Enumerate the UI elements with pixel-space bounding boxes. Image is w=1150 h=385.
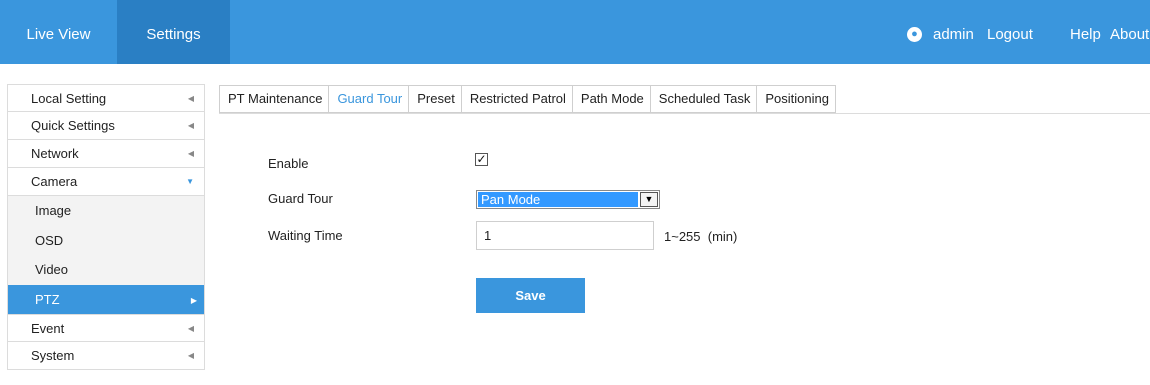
- guard-tour-label: Guard Tour: [268, 191, 333, 206]
- sidebar-item-label: System: [31, 348, 75, 363]
- tab-restricted-patrol[interactable]: Restricted Patrol: [461, 86, 573, 112]
- caret-left-icon: ◀: [187, 324, 194, 333]
- waiting-time-input[interactable]: 1: [476, 221, 654, 250]
- caret-left-icon: ◀: [187, 149, 194, 158]
- sidebar-item-label: Camera: [31, 174, 78, 189]
- sidebar-item-label: Event: [31, 321, 65, 336]
- nav-settings[interactable]: Settings: [117, 0, 230, 64]
- waiting-time-range-hint: 1~255 (min): [664, 229, 738, 244]
- sidebar-subitem-osd[interactable]: OSD: [7, 225, 205, 255]
- sidebar-subitem-video[interactable]: Video: [7, 255, 205, 285]
- waiting-time-label: Waiting Time: [268, 228, 343, 243]
- tab-divider: [219, 113, 1150, 114]
- tab-guard-tour[interactable]: Guard Tour: [329, 86, 410, 112]
- sidebar-subitem-label: PTZ: [35, 291, 60, 307]
- help-link[interactable]: Help: [1070, 0, 1101, 64]
- enable-checkbox[interactable]: ✓: [475, 153, 488, 166]
- sidebar-subitem-label: Image: [35, 203, 72, 218]
- tab-pt-maintenance[interactable]: PT Maintenance: [220, 86, 330, 112]
- sidebar-item-label: Quick Settings: [31, 118, 115, 133]
- sidebar-item-camera[interactable]: Camera ▼: [7, 168, 205, 196]
- sidebar-subitem-image[interactable]: Image: [7, 196, 205, 226]
- caret-down-icon: ▼: [186, 177, 194, 186]
- sidebar-item-label: Network: [31, 146, 79, 161]
- sidebar-subitem-label: OSD: [35, 232, 64, 248]
- checkmark-icon: ✓: [476, 152, 487, 166]
- chevron-down-icon[interactable]: ▼: [640, 192, 658, 207]
- user-icon: ●: [907, 27, 922, 42]
- sidebar-item-local-setting[interactable]: Local Setting ◀: [7, 84, 205, 112]
- sidebar: Local Setting ◀ Quick Settings ◀ Network…: [7, 84, 205, 370]
- tab-positioning[interactable]: Positioning: [757, 86, 836, 112]
- sidebar-item-system[interactable]: System ◀: [7, 342, 205, 370]
- tab-path-mode[interactable]: Path Mode: [572, 86, 651, 112]
- enable-label: Enable: [268, 156, 309, 171]
- sidebar-item-quick-settings[interactable]: Quick Settings ◀: [7, 112, 205, 140]
- ptz-tab-bar: PT Maintenance Guard Tour Preset Restric…: [219, 85, 836, 113]
- sidebar-item-event[interactable]: Event ◀: [7, 314, 205, 342]
- tab-preset[interactable]: Preset: [409, 86, 462, 112]
- sidebar-subitem-ptz[interactable]: PTZ ▶: [7, 284, 205, 314]
- sidebar-item-label: Local Setting: [31, 91, 107, 106]
- nav-live-view[interactable]: Live View: [0, 0, 117, 64]
- about-link[interactable]: About: [1110, 0, 1149, 64]
- caret-left-icon: ◀: [187, 94, 194, 103]
- username-label: admin: [933, 26, 974, 43]
- guard-tour-select[interactable]: Pan Mode ▼: [476, 190, 660, 209]
- tab-scheduled-task[interactable]: Scheduled Task: [650, 86, 758, 112]
- caret-left-icon: ◀: [187, 351, 194, 360]
- top-nav-bar: Live View Settings ● admin Logout Help A…: [0, 0, 1150, 64]
- sidebar-item-network[interactable]: Network ◀: [7, 140, 205, 168]
- guard-tour-selected-value: Pan Mode: [478, 192, 638, 207]
- caret-left-icon: ◀: [187, 121, 194, 130]
- logout-link[interactable]: Logout: [987, 0, 1033, 64]
- caret-right-icon: ▶: [190, 295, 197, 305]
- sidebar-subitem-label: Video: [35, 262, 69, 277]
- save-button[interactable]: Save: [476, 278, 585, 313]
